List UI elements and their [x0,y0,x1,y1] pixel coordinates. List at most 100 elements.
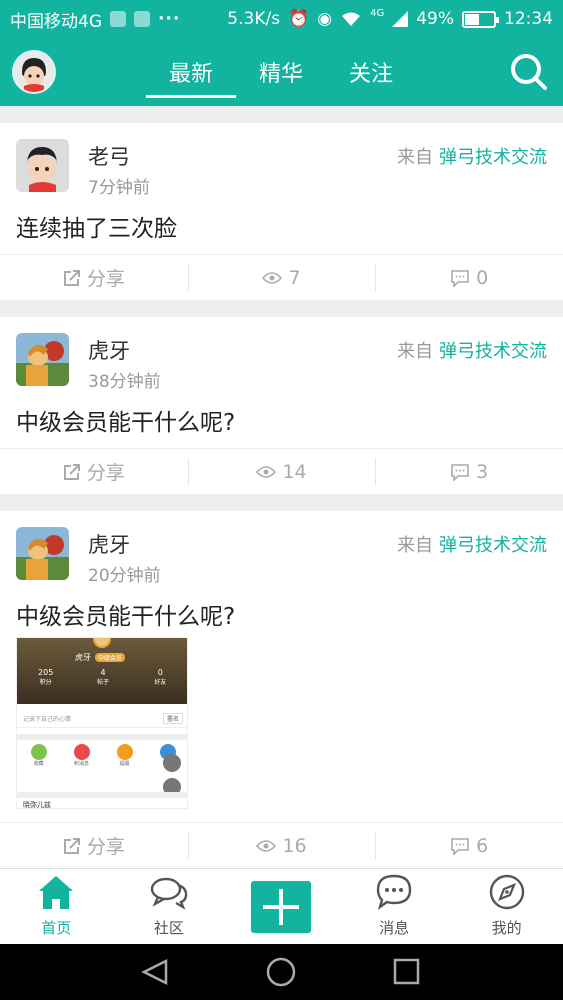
post-username[interactable]: 虎牙 [88,529,130,559]
archer-avatar-icon [16,333,69,386]
share-button[interactable]: 分享 [0,255,188,300]
system-nav-icons [141,957,420,987]
post-avatar[interactable] [16,527,69,580]
post-actions: 分享 16 6 [0,822,563,868]
share-button[interactable]: 分享 [0,449,188,494]
location-icon [134,11,150,27]
post-title[interactable]: 中级会员能干什么呢? [16,597,235,631]
nav-community[interactable]: 社区 [113,869,226,944]
home-icon [39,876,74,909]
comment-icon [451,837,469,855]
notification-icon [110,11,126,27]
comments-button[interactable]: 6 [375,823,563,868]
comments-button[interactable]: 3 [375,449,563,494]
stat-posts: 4 帖子 [96,668,109,686]
views-counter: 14 [187,449,376,494]
stat-points: 205 积分 [38,668,54,686]
more-dots-icon: ··· [158,9,181,29]
status-bar: 中国移动4G ··· 5.3K/s ⏰ ◉ 4G 49% 12:34 [0,0,563,38]
nav-label: 消息 [379,919,410,937]
post-source: 来自 弹弓技术交流 [397,531,547,557]
nav-profile[interactable]: 我的 [450,869,563,944]
eye-icon [262,271,283,284]
clock: 12:34 [504,9,553,29]
post-time: 20分钟前 [88,566,161,586]
share-icon [63,269,80,286]
stat-friends: 0 好友 [154,668,167,686]
search-button[interactable] [509,52,549,92]
signal-icon [392,11,409,27]
comment-count: 3 [476,460,489,483]
menu-reminders: 提醒 [103,744,146,767]
source-prefix: 来自 [397,535,433,556]
battery-icon [462,10,499,28]
menu-messages: 积消息 [60,744,103,767]
post-avatar[interactable] [16,139,69,192]
profile-name: 虎牙 [75,653,91,662]
tab-bar: 最新 精华 关注 [146,38,416,106]
source-group-link[interactable]: 弹弓技术交流 [439,535,547,556]
eye-icon: ◉ [317,9,333,29]
post-username[interactable]: 老弓 [88,141,130,171]
share-button[interactable]: 分享 [0,823,188,868]
mood-placeholder: 记录下自己的心情 [23,716,72,723]
thumb-divider [17,792,187,798]
tab-featured[interactable]: 精华 [236,38,326,106]
tab-following[interactable]: 关注 [326,38,416,106]
chat-bubbles-icon [150,877,188,910]
comment-count: 0 [476,266,489,289]
post-actions: 分享 7 0 [0,254,563,300]
wifi-icon [342,12,361,26]
nav-post[interactable] [225,869,338,944]
comment-icon [451,463,469,481]
views-counter: 16 [187,823,376,868]
share-label: 分享 [86,268,125,290]
thumb-divider [17,734,187,740]
post-title[interactable]: 中级会员能干什么呢? [16,403,235,437]
member-badge: 中级会员 [95,653,126,662]
eye-icon [256,465,277,478]
share-icon [63,463,80,480]
boy-avatar-icon [14,52,54,92]
views-counter: 7 [187,255,376,300]
carrier-label: 中国移动4G [10,11,102,32]
view-count: 14 [282,460,307,483]
plus-icon [251,881,312,933]
archer-avatar-icon [16,527,69,580]
source-prefix: 来自 [397,341,433,362]
post-image[interactable]: 虎牙 中级会员 205 积分 4 帖子 0 好友 记录下自己的心情 署名 收藏 积消息… [16,637,188,809]
network-speed: 5.3K/s [227,9,281,29]
home-circle-icon[interactable] [266,957,296,987]
comment-count: 6 [476,834,489,857]
post-time: 7分钟前 [88,178,150,198]
mood-row: 记录下自己的心情 署名 [17,710,187,728]
source-group-link[interactable]: 弹弓技术交流 [439,341,547,362]
nav-label: 我的 [491,919,522,937]
post-card[interactable]: 老弓 7分钟前 来自 弹弓技术交流 连续抽了三次脸 分享 7 0 [0,123,563,300]
tab-latest[interactable]: 最新 [146,38,236,106]
floating-up-icon [163,754,181,772]
post-username[interactable]: 虎牙 [88,335,130,365]
recents-icon[interactable] [393,958,420,985]
top-bar: 最新 精华 关注 [0,38,563,106]
nav-messages[interactable]: 消息 [338,869,451,944]
post-avatar[interactable] [16,333,69,386]
nav-label: 社区 [153,919,184,937]
bottom-nav: 首页 社区 消息 我的 [0,868,563,944]
mood-button: 署名 [162,713,183,724]
boy-avatar-icon [16,139,69,192]
post-feed[interactable]: 老弓 7分钟前 来自 弹弓技术交流 连续抽了三次脸 分享 7 0 虎牙 38分钟… [0,106,563,868]
post-card[interactable]: 虎牙 20分钟前 来自 弹弓技术交流 中级会员能干什么呢? 虎牙 中级会员 205… [0,511,563,868]
back-icon[interactable] [141,958,168,986]
message-icon [376,874,412,910]
share-label: 分享 [86,836,125,858]
source-group-link[interactable]: 弹弓技术交流 [439,147,547,168]
post-time: 38分钟前 [88,372,161,392]
comments-button[interactable]: 0 [375,255,563,300]
post-card[interactable]: 虎牙 38分钟前 来自 弹弓技术交流 中级会员能干什么呢? 分享 14 3 [0,317,563,494]
share-icon [63,837,80,854]
user-avatar[interactable] [12,50,56,94]
nav-home[interactable]: 首页 [0,869,113,944]
battery-percent: 49% [416,9,454,29]
post-title[interactable]: 连续抽了三次脸 [16,209,177,243]
